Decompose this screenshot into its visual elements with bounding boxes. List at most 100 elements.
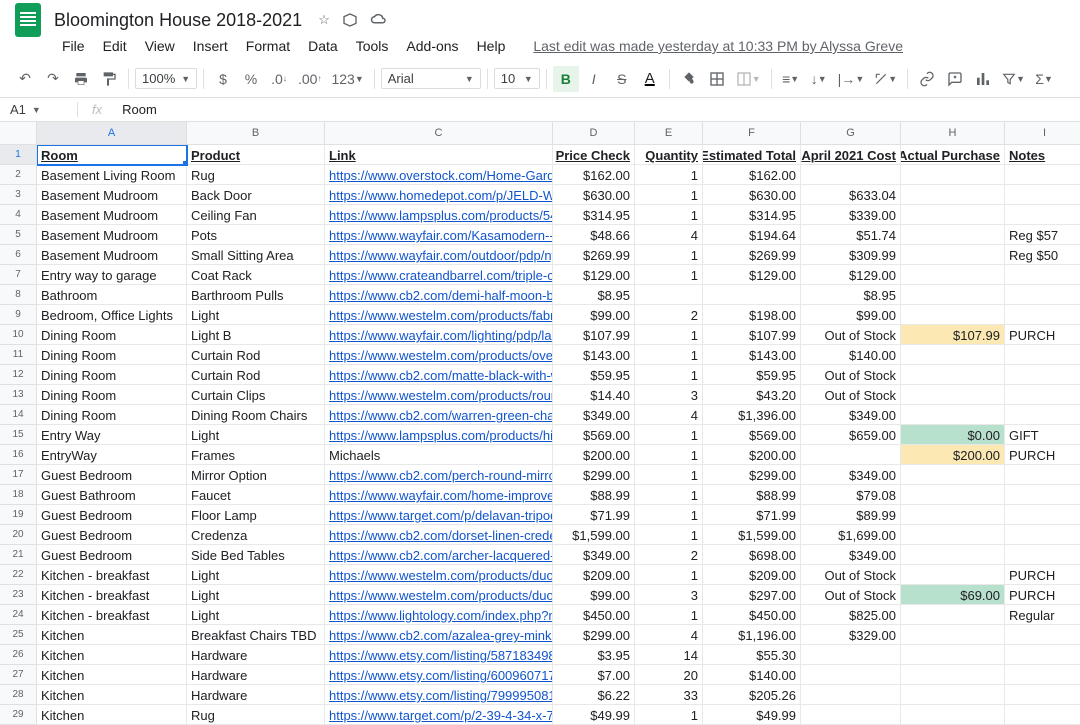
cell-price[interactable]: $299.00 (553, 465, 635, 485)
cell-actual[interactable] (901, 665, 1005, 685)
cell-apr[interactable] (801, 445, 901, 465)
cell-product[interactable]: Hardware (187, 685, 325, 705)
cell-room[interactable]: Entry Way (37, 425, 187, 445)
cell-room[interactable]: Dining Room (37, 405, 187, 425)
cell-link[interactable]: https://www.cb2.com/warren-green-chair (325, 405, 553, 425)
cell-notes[interactable] (1005, 625, 1080, 645)
cell-notes[interactable] (1005, 645, 1080, 665)
cell-link[interactable]: https://www.homedepot.com/p/JELD-WE (325, 185, 553, 205)
cell-link[interactable]: https://www.wayfair.com/outdoor/pdp/nyl (325, 245, 553, 265)
header-cell[interactable]: Quantity (635, 145, 703, 165)
cell-price[interactable]: $569.00 (553, 425, 635, 445)
menu-insert[interactable]: Insert (185, 34, 236, 58)
cell-qty[interactable]: 20 (635, 665, 703, 685)
cell-link[interactable]: https://www.etsy.com/listing/587183498/ (325, 645, 553, 665)
cell-room[interactable]: Guest Bedroom (37, 505, 187, 525)
cloud-icon[interactable] (370, 12, 388, 28)
cell-notes[interactable] (1005, 165, 1080, 185)
cell-link[interactable]: https://www.wayfair.com/Kasamodern--M (325, 225, 553, 245)
cell-room[interactable]: Bathroom (37, 285, 187, 305)
row-header-21[interactable]: 21 (0, 545, 36, 565)
cell-room[interactable]: Basement Mudroom (37, 185, 187, 205)
cell-actual[interactable]: $107.99 (901, 325, 1005, 345)
row-header-25[interactable]: 25 (0, 625, 36, 645)
menu-help[interactable]: Help (469, 34, 514, 58)
col-header-F[interactable]: F (703, 122, 801, 144)
row-header-20[interactable]: 20 (0, 525, 36, 545)
cell-notes[interactable] (1005, 665, 1080, 685)
cell-price[interactable]: $1,599.00 (553, 525, 635, 545)
cell-price[interactable]: $107.99 (553, 325, 635, 345)
row-header-10[interactable]: 10 (0, 325, 36, 345)
cell-actual[interactable] (901, 405, 1005, 425)
cell-actual[interactable] (901, 505, 1005, 525)
increase-decimal-button[interactable]: .00↑ (294, 66, 325, 92)
cell-notes[interactable] (1005, 505, 1080, 525)
cell-product[interactable]: Light B (187, 325, 325, 345)
undo-button[interactable]: ↶ (12, 66, 38, 92)
cell-notes[interactable] (1005, 405, 1080, 425)
cell-notes[interactable]: Regular (1005, 605, 1080, 625)
cell-link[interactable]: https://www.cb2.com/demi-half-moon-bra (325, 285, 553, 305)
cell-apr[interactable]: $79.08 (801, 485, 901, 505)
strike-button[interactable]: S (609, 66, 635, 92)
cell-link[interactable]: https://www.target.com/p/delavan-tripod- (325, 505, 553, 525)
cell-apr[interactable]: $349.00 (801, 545, 901, 565)
col-header-E[interactable]: E (635, 122, 703, 144)
cell-qty[interactable]: 1 (635, 165, 703, 185)
cell-est[interactable]: $107.99 (703, 325, 801, 345)
cell-qty[interactable]: 1 (635, 265, 703, 285)
cell-apr[interactable] (801, 685, 901, 705)
name-box[interactable]: A1▼ (0, 102, 77, 117)
last-edit-link[interactable]: Last edit was made yesterday at 10:33 PM… (525, 34, 911, 58)
col-header-H[interactable]: H (901, 122, 1005, 144)
cell-price[interactable]: $48.66 (553, 225, 635, 245)
cell-product[interactable]: Barthroom Pulls (187, 285, 325, 305)
cell-link[interactable]: https://www.overstock.com/Home-Garde (325, 165, 553, 185)
bold-button[interactable]: B (553, 66, 579, 92)
cell-apr[interactable] (801, 165, 901, 185)
cell-actual[interactable] (901, 545, 1005, 565)
cell-link[interactable]: https://www.cb2.com/perch-round-mirror (325, 465, 553, 485)
cell-room[interactable]: Guest Bedroom (37, 465, 187, 485)
cell-actual[interactable] (901, 165, 1005, 185)
cell-room[interactable]: Kitchen (37, 685, 187, 705)
cell-link[interactable]: https://www.etsy.com/listing/600960717/ (325, 665, 553, 685)
row-header-26[interactable]: 26 (0, 645, 36, 665)
cell-product[interactable]: Faucet (187, 485, 325, 505)
row-header-24[interactable]: 24 (0, 605, 36, 625)
cell-notes[interactable] (1005, 265, 1080, 285)
cell-product[interactable]: Credenza (187, 525, 325, 545)
cell-room[interactable]: Kitchen - breakfast (37, 585, 187, 605)
cell-est[interactable]: $205.26 (703, 685, 801, 705)
font-select[interactable]: Arial▼ (381, 68, 481, 89)
cell-product[interactable]: Ceiling Fan (187, 205, 325, 225)
borders-button[interactable] (704, 66, 730, 92)
cell-est[interactable]: $49.99 (703, 705, 801, 725)
cell-notes[interactable]: Reg $50 (1005, 245, 1080, 265)
cell-link[interactable]: https://www.wayfair.com/home-improven (325, 485, 553, 505)
menu-edit[interactable]: Edit (95, 34, 135, 58)
cell-actual[interactable] (901, 185, 1005, 205)
decrease-decimal-button[interactable]: .0↓ (266, 66, 292, 92)
cell-actual[interactable] (901, 605, 1005, 625)
cell-product[interactable]: Mirror Option (187, 465, 325, 485)
menu-file[interactable]: File (54, 34, 93, 58)
cell-qty[interactable]: 1 (635, 345, 703, 365)
row-header-19[interactable]: 19 (0, 505, 36, 525)
print-button[interactable] (68, 66, 94, 92)
col-header-G[interactable]: G (801, 122, 901, 144)
menu-data[interactable]: Data (300, 34, 346, 58)
cell-link[interactable]: Michaels (325, 445, 553, 465)
cell-notes[interactable] (1005, 385, 1080, 405)
header-cell[interactable]: Room (37, 145, 187, 165)
menu-format[interactable]: Format (238, 34, 298, 58)
wrap-button[interactable]: |→ ▼ (834, 66, 869, 92)
cell-notes[interactable] (1005, 485, 1080, 505)
cell-room[interactable]: Guest Bedroom (37, 525, 187, 545)
header-cell[interactable]: Notes (1005, 145, 1080, 165)
cell-apr[interactable] (801, 645, 901, 665)
row-header-2[interactable]: 2 (0, 165, 36, 185)
cell-qty[interactable]: 1 (635, 505, 703, 525)
cell-room[interactable]: Basement Mudroom (37, 205, 187, 225)
